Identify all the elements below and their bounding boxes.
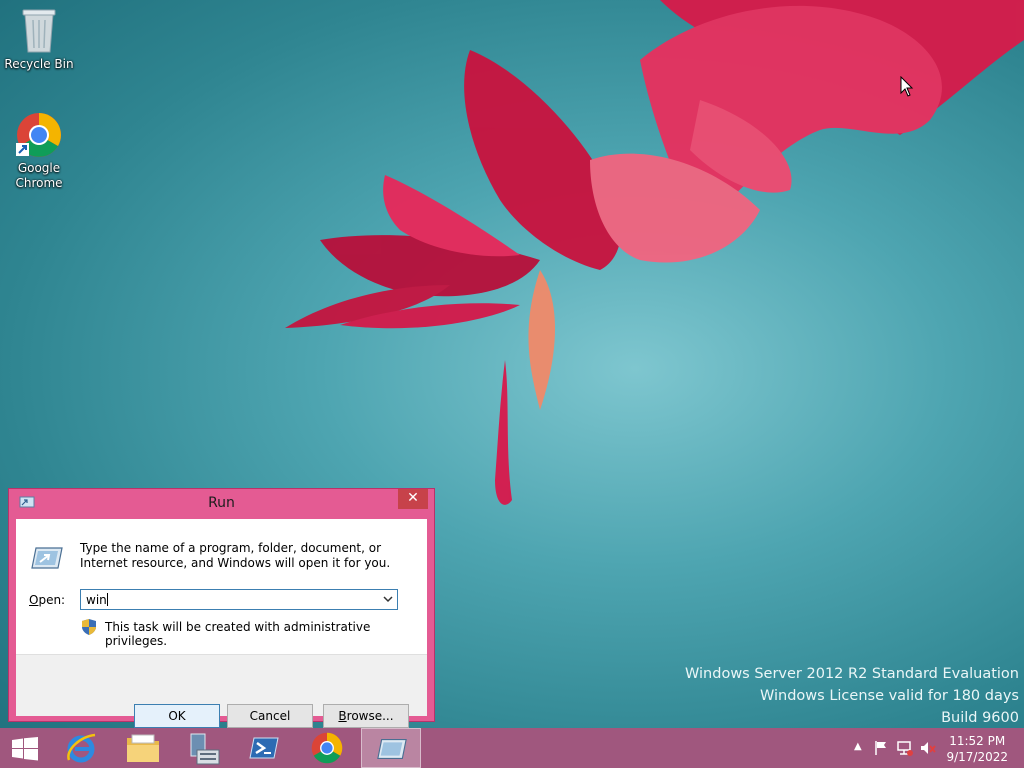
run-titlebar[interactable]: Run ✕ (9, 489, 434, 518)
close-button[interactable]: ✕ (398, 489, 428, 509)
taskbar-run[interactable] (361, 728, 421, 768)
powershell-icon (249, 737, 279, 759)
google-chrome-label: Google Chrome (15, 161, 63, 190)
taskbar: ▲ 11:52 PM 9/17/2022 (0, 728, 1024, 768)
run-icon (377, 739, 407, 759)
taskbar-powershell[interactable] (234, 728, 294, 768)
taskbar-clock[interactable]: 11:52 PM 9/17/2022 (946, 733, 1008, 765)
open-input[interactable]: win (86, 593, 108, 607)
admin-privileges-note: This task will be created with administr… (105, 620, 371, 648)
network-icon[interactable] (897, 740, 913, 756)
mouse-cursor-icon (900, 76, 914, 97)
watermark-edition: Windows Server 2012 R2 Standard Evaluati… (685, 666, 1019, 682)
chrome-icon (311, 732, 343, 764)
internet-explorer-icon (67, 733, 96, 763)
run-program-icon (31, 547, 63, 569)
chrome-icon (16, 113, 61, 157)
taskbar-internet-explorer[interactable] (51, 728, 111, 768)
ok-button[interactable]: OK (134, 704, 220, 728)
google-chrome-desktop-icon[interactable]: Google Chrome (1, 112, 77, 191)
start-button[interactable] (0, 728, 50, 768)
run-dialog[interactable]: Run ✕ Type the name of a program, folder… (8, 488, 435, 728)
show-hidden-icons-button[interactable]: ▲ (854, 741, 862, 752)
windows-logo-icon (12, 737, 38, 761)
uac-shield-icon (82, 619, 96, 635)
server-manager-icon (190, 733, 220, 765)
text-caret (106, 593, 108, 606)
close-icon: ✕ (407, 490, 419, 506)
watermark-build: Build 9600 (941, 710, 1019, 726)
action-center-flag-icon[interactable] (874, 740, 888, 756)
clock-time: 11:52 PM (949, 734, 1006, 748)
recycle-bin-label: Recycle Bin (4, 57, 74, 71)
cancel-button[interactable]: Cancel (227, 704, 313, 728)
browse-button[interactable]: Browse... (323, 704, 409, 728)
open-input-value: win (86, 593, 107, 607)
chevron-down-icon[interactable] (382, 592, 394, 606)
recycle-bin-icon (22, 9, 56, 53)
run-dialog-body: Type the name of a program, folder, docu… (16, 519, 427, 728)
run-description: Type the name of a program, folder, docu… (80, 541, 391, 570)
run-dialog-title: Run (208, 495, 235, 511)
recycle-bin-desktop-icon[interactable]: Recycle Bin (1, 6, 77, 72)
watermark-license: Windows License valid for 180 days (759, 688, 1019, 704)
taskbar-file-explorer[interactable] (112, 728, 172, 768)
open-combobox[interactable]: win (80, 589, 398, 610)
system-tray: ▲ 11:52 PM 9/17/2022 (834, 728, 1024, 768)
file-explorer-icon (127, 734, 159, 762)
taskbar-server-manager[interactable] (173, 728, 233, 768)
volume-muted-icon[interactable] (920, 740, 936, 756)
open-label: Open: (29, 593, 66, 607)
taskbar-chrome[interactable] (297, 728, 357, 768)
clock-date: 9/17/2022 (946, 750, 1008, 764)
os-watermark: Windows Server 2012 R2 Standard Evaluati… (685, 663, 1019, 729)
